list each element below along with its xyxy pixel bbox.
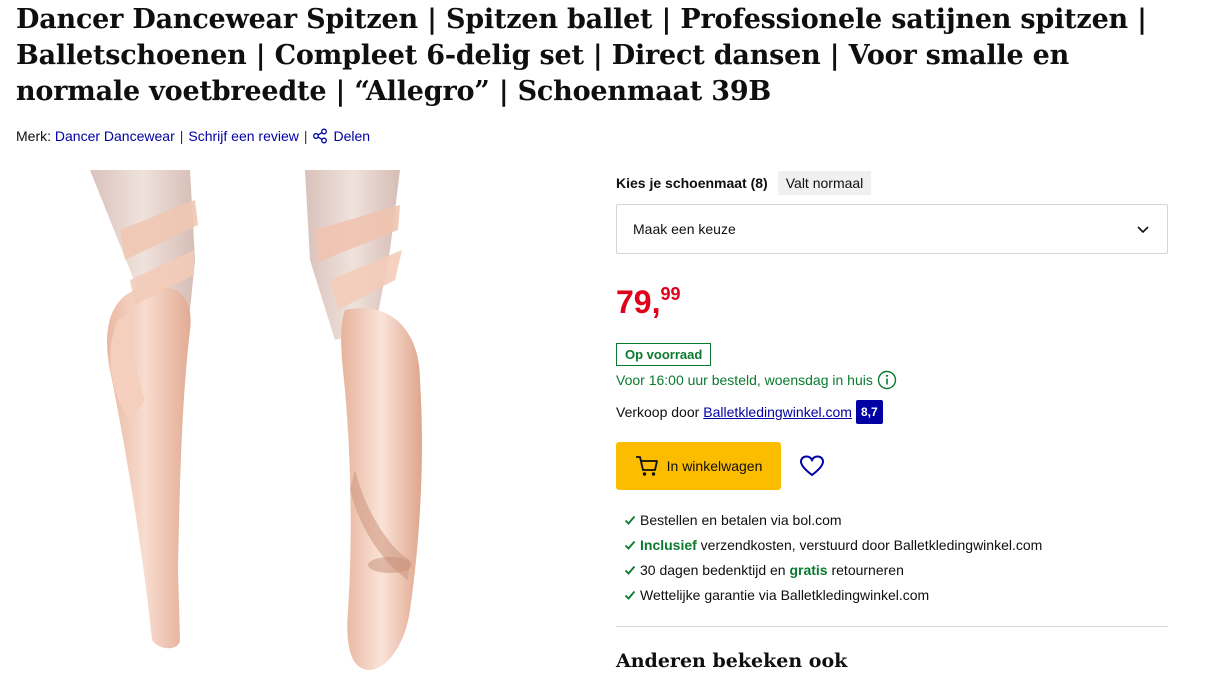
fit-note-badge: Valt normaal <box>777 171 872 195</box>
brand-label: Merk: <box>16 128 51 144</box>
cart-icon <box>635 456 658 476</box>
product-title: Dancer Dancewear Spitzen | Spitzen balle… <box>16 4 1147 107</box>
price-integer: 79, <box>616 284 661 320</box>
usp-text: Wettelijke garantie via Balletkledingwin… <box>640 586 930 603</box>
usp-highlight: gratis <box>789 561 828 578</box>
chevron-down-icon <box>1137 226 1149 234</box>
size-label: Kies je schoenmaat (8) <box>616 175 768 191</box>
size-row: Kies je schoenmaat (8) Valt normaal <box>616 171 872 195</box>
write-review-link[interactable]: Schrijf een review <box>188 128 299 144</box>
check-icon <box>624 565 636 575</box>
heart-icon[interactable] <box>798 452 826 480</box>
stock-badge: Op voorraad <box>616 343 712 366</box>
usp-item: Wettelijke garantie via Balletkledingwin… <box>624 582 1042 607</box>
add-to-cart-label: In winkelwagen <box>666 458 763 474</box>
brand-link[interactable]: Dancer Dancewear <box>55 128 175 144</box>
usp-text: verzendkosten, verstuurd door Balletkled… <box>696 536 1043 553</box>
seller-link[interactable]: Balletkledingwinkel.com <box>703 404 852 420</box>
usp-text: retourneren <box>827 561 904 578</box>
usp-item: 30 dagen bedenktijd en gratis retournere… <box>624 557 1042 582</box>
add-to-cart-button[interactable]: In winkelwagen <box>616 442 781 490</box>
separator: | <box>303 128 308 144</box>
price: 79,99 <box>616 284 681 320</box>
share-link[interactable]: Delen <box>334 128 371 144</box>
delivery-text: Voor 16:00 uur besteld, woensdag in huis <box>616 372 873 388</box>
product-image[interactable] <box>90 170 495 675</box>
usp-highlight: Inclusief <box>640 536 697 553</box>
share-icon[interactable] <box>312 128 328 144</box>
section-title-others-viewed: Anderen bekeken ook <box>616 650 848 672</box>
size-select-value: Maak een keuze <box>633 221 736 237</box>
seller-rating-badge: 8,7 <box>855 400 883 424</box>
check-icon <box>624 540 636 550</box>
usp-list: Bestellen en betalen via bol.com Inclusi… <box>624 507 1042 607</box>
check-icon <box>624 515 636 525</box>
usp-item: Inclusief verzendkosten, verstuurd door … <box>624 532 1042 557</box>
size-select[interactable]: Maak een keuze <box>616 204 1168 254</box>
check-icon <box>624 590 636 600</box>
delivery-info: Voor 16:00 uur besteld, woensdag in huis <box>616 370 897 390</box>
usp-item: Bestellen en betalen via bol.com <box>624 507 1042 532</box>
seller-prefix: Verkoop door <box>616 404 700 420</box>
separator: | <box>179 128 184 144</box>
usp-text: Bestellen en betalen via bol.com <box>640 511 842 528</box>
product-meta: Merk: Dancer Dancewear | Schrijf een rev… <box>16 128 370 144</box>
seller-info: Verkoop door Balletkledingwinkel.com 8,7 <box>616 400 883 424</box>
info-icon[interactable] <box>877 370 897 390</box>
price-decimals: 99 <box>660 284 681 304</box>
usp-text: 30 dagen bedenktijd en <box>640 561 790 578</box>
divider <box>616 626 1168 627</box>
